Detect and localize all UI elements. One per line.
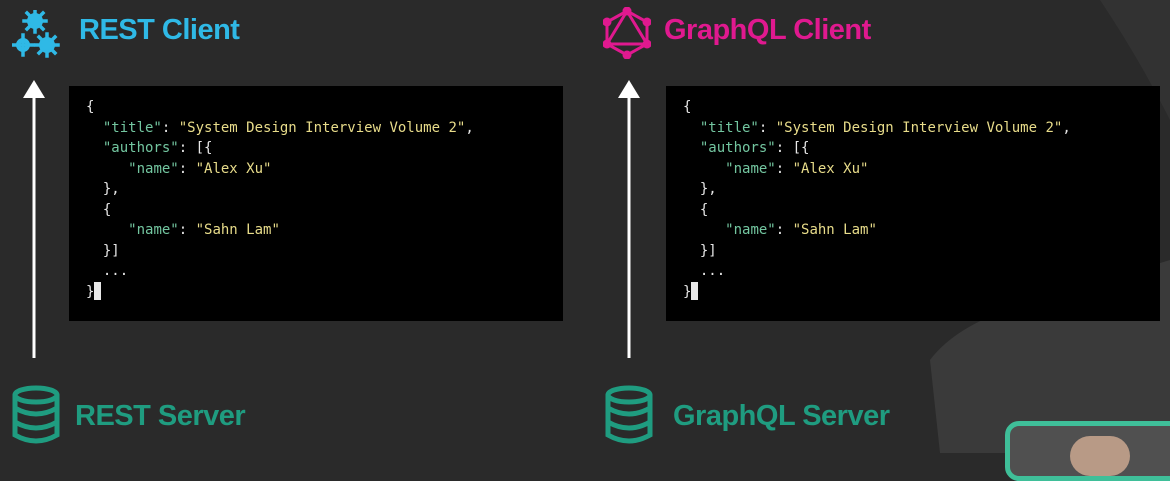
json-punctuation: { (86, 99, 95, 115)
code-line: { (683, 97, 1160, 118)
code-line: { (86, 97, 563, 118)
json-string-value: "Alex Xu" (195, 160, 272, 177)
json-punctuation: : (775, 222, 793, 238)
json-punctuation: }] (699, 242, 717, 259)
json-punctuation: } (86, 283, 95, 300)
graphql-code-block: { "title": "System Design Interview Volu… (683, 97, 1160, 302)
code-line: "authors": [{ (683, 138, 1160, 159)
graphql-response-terminal: { "title": "System Design Interview Volu… (666, 86, 1160, 321)
code-line: "authors": [{ (86, 138, 563, 159)
code-line: "name": "Alex Xu" (86, 159, 563, 180)
code-line: }] (86, 241, 563, 262)
json-string-value: "System Design Interview Volume 2" (775, 119, 1063, 136)
text-cursor (94, 281, 102, 300)
graphql-up-arrow (618, 80, 640, 358)
json-punctuation: : (178, 160, 196, 177)
rest-client-title: REST Client (79, 14, 240, 46)
code-line: "name": "Sahn Lam" (683, 220, 1160, 241)
json-punctuation: { (683, 99, 692, 115)
code-line: }, (86, 179, 563, 200)
json-key: "title" (102, 119, 162, 136)
json-key: "authors" (102, 140, 179, 156)
json-string-value: "Alex Xu" (792, 160, 869, 177)
database-icon (605, 385, 653, 444)
rest-server-title: REST Server (75, 400, 246, 432)
json-string-value: "Sahn Lam" (195, 222, 280, 238)
code-line: "name": "Alex Xu" (683, 159, 1160, 180)
json-punctuation: : (758, 119, 776, 136)
presenter-face (1070, 436, 1130, 476)
code-line: "name": "Sahn Lam" (86, 220, 563, 241)
rest-up-arrow (23, 80, 45, 358)
graphql-logo-icon (603, 7, 651, 59)
json-punctuation: : (178, 222, 196, 238)
text-cursor (691, 281, 699, 300)
code-line: }, (683, 179, 1160, 200)
json-punctuation: : [{ (775, 140, 810, 156)
json-punctuation: : (775, 160, 793, 177)
code-line: { (86, 200, 563, 221)
json-punctuation: }] (102, 242, 120, 259)
code-line: "title": "System Design Interview Volume… (86, 118, 563, 139)
json-key: "name" (128, 222, 179, 238)
graphql-client-title: GraphQL Client (664, 14, 871, 46)
json-punctuation: : [{ (178, 140, 213, 156)
presenter-webcam (1005, 421, 1170, 481)
code-line: { (683, 200, 1160, 221)
code-line: ... (86, 261, 563, 282)
json-punctuation: }, (699, 181, 717, 197)
json-punctuation: { (699, 201, 709, 218)
code-line: }] (683, 241, 1160, 262)
code-line: "title": "System Design Interview Volume… (683, 118, 1160, 139)
json-punctuation: ... (699, 263, 726, 279)
json-key: "name" (725, 222, 776, 238)
json-key: "authors" (699, 140, 776, 156)
code-line: } (86, 281, 563, 303)
json-string-value: "System Design Interview Volume 2" (178, 119, 466, 136)
database-icon (12, 385, 60, 444)
json-punctuation: ... (102, 263, 129, 279)
code-line: ... (683, 261, 1160, 282)
json-key: "name" (128, 160, 179, 177)
graphql-server-title: GraphQL Server (673, 400, 890, 432)
json-key: "title" (699, 119, 759, 136)
json-punctuation: }, (102, 181, 120, 197)
rest-code-block: { "title": "System Design Interview Volu… (86, 97, 563, 302)
code-line: } (683, 281, 1160, 303)
json-punctuation: } (683, 283, 692, 300)
rest-response-terminal: { "title": "System Design Interview Volu… (69, 86, 563, 321)
json-key: "name" (725, 160, 776, 177)
json-punctuation: { (102, 201, 112, 218)
json-string-value: "Sahn Lam" (792, 222, 877, 238)
json-punctuation: , (465, 119, 474, 136)
gears-icon (12, 10, 60, 58)
json-punctuation: : (161, 119, 179, 136)
json-punctuation: , (1062, 119, 1071, 136)
